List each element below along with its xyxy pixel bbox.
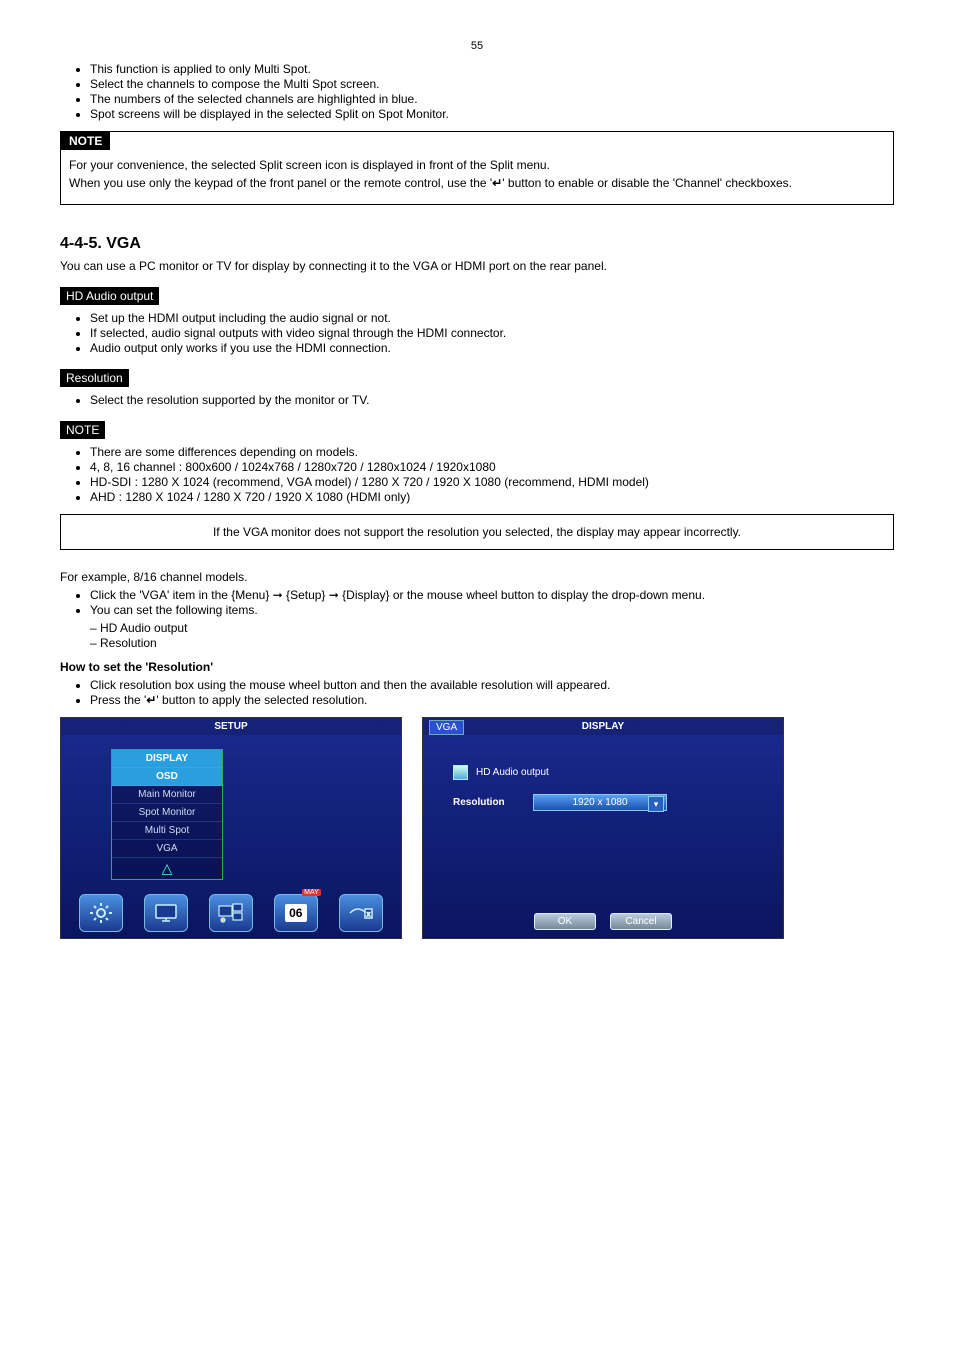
hd-audio-heading: HD Audio output (60, 287, 159, 305)
chevron-down-icon[interactable]: △ (112, 858, 222, 879)
resolution-dropdown[interactable]: 1920 x 1080 ▾ (533, 794, 667, 811)
list-item: Click resolution box using the mouse whe… (90, 678, 894, 692)
list-item: Resolution (90, 636, 894, 650)
list-item: There are some differences depending on … (90, 445, 894, 459)
chevron-down-icon[interactable]: ▾ (648, 796, 664, 812)
note-label: NOTE (61, 132, 110, 150)
list-item: Select the resolution supported by the m… (90, 393, 894, 407)
howto-heading: How to set the 'Resolution' (60, 660, 894, 674)
note-line2: When you use only the keypad of the fron… (69, 176, 885, 190)
intro-bullets: This function is applied to only Multi S… (60, 62, 894, 121)
tab-vga[interactable]: VGA (429, 720, 464, 735)
menu-item-osd[interactable]: OSD (112, 768, 222, 786)
resolution-list: Select the resolution supported by the m… (60, 393, 894, 407)
list-item: 4, 8, 16 channel : 800x600 / 1024x768 / … (90, 460, 894, 474)
menu-item-display[interactable]: DISPLAY (112, 750, 222, 768)
intro-item: Select the channels to compose the Multi… (90, 77, 894, 91)
note2-heading: NOTE (60, 421, 105, 439)
monitor-icon[interactable] (144, 894, 188, 932)
menu-item-main-monitor[interactable]: Main Monitor (112, 786, 222, 804)
menu-item-spot-monitor[interactable]: Spot Monitor (112, 804, 222, 822)
menu-item-multi-spot[interactable]: Multi Spot (112, 822, 222, 840)
calendar-month-badge: MAY (302, 889, 321, 896)
note-box-split: NOTE For your convenience, the selected … (60, 131, 894, 205)
intro-item: The numbers of the selected channels are… (90, 92, 894, 106)
hd-audio-label: HD Audio output (476, 767, 549, 778)
screenshot-display-dialog: VGA DISPLAY HD Audio output Resolution 1… (422, 717, 784, 939)
intro-item: This function is applied to only Multi S… (90, 62, 894, 76)
screenshot-setup: SETUP DISPLAY OSD Main Monitor Spot Moni… (60, 717, 402, 939)
example-lead: For example, 8/16 channel models. (60, 570, 894, 584)
howto-list: Click resolution box using the mouse whe… (60, 678, 894, 707)
menu-item-vga[interactable]: VGA (112, 840, 222, 858)
note-line1: For your convenience, the selected Split… (69, 158, 885, 172)
list-item: Press the '↵' button to apply the select… (90, 693, 894, 707)
ok-button[interactable]: OK (534, 913, 596, 930)
list-item: Set up the HDMI output including the aud… (90, 311, 894, 325)
resolution-value: 1920 x 1080 (572, 797, 627, 808)
list-item: You can set the following items. (90, 603, 894, 617)
enter-icon: ↵ (146, 693, 156, 707)
note2-list: There are some differences depending on … (60, 445, 894, 504)
vga-intro-text: You can use a PC monitor or TV for displ… (60, 259, 894, 273)
list-item: HD Audio output (90, 621, 894, 635)
list-item: If selected, audio signal outputs with v… (90, 326, 894, 340)
resolution-label: Resolution (453, 797, 523, 808)
page-number: 55 (60, 40, 894, 52)
list-item: Audio output only works if you use the H… (90, 341, 894, 355)
intro-item: Spot screens will be displayed in the se… (90, 107, 894, 121)
setup-menu: DISPLAY OSD Main Monitor Spot Monitor Mu… (111, 749, 223, 880)
net-icon[interactable]: x (339, 894, 383, 932)
list-item: Click the 'VGA' item in the {Menu} ➞ {Se… (90, 588, 894, 602)
resolution-heading: Resolution (60, 369, 129, 387)
bottom-toolbar: MAY 06 x (61, 894, 401, 932)
spot-icon[interactable] (209, 894, 253, 932)
svg-text:x: x (367, 912, 370, 918)
section-vga-heading: 4-4-5. VGA (60, 235, 894, 253)
list-item: AHD : 1280 X 1024 / 1280 X 720 / 1920 X … (90, 490, 894, 504)
enter-icon: ↵ (492, 176, 502, 190)
gear-icon[interactable] (79, 894, 123, 932)
calendar-icon[interactable]: MAY 06 (274, 894, 318, 932)
window-title: VGA DISPLAY (423, 718, 783, 735)
example-list: Click the 'VGA' item in the {Menu} ➞ {Se… (60, 588, 894, 617)
cancel-button[interactable]: Cancel (610, 913, 672, 930)
list-item: HD-SDI : 1280 X 1024 (recommend, VGA mod… (90, 475, 894, 489)
hd-audio-checkbox[interactable] (453, 765, 468, 780)
window-title: SETUP (61, 718, 401, 735)
example-sublist: HD Audio output Resolution (60, 621, 894, 650)
hd-audio-list: Set up the HDMI output including the aud… (60, 311, 894, 355)
note3-box: If the VGA monitor does not support the … (60, 514, 894, 550)
